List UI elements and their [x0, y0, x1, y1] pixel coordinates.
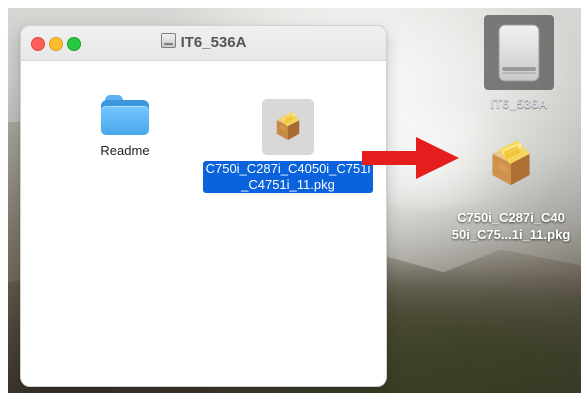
- window-title: IT6_536A: [21, 33, 386, 51]
- finder-window[interactable]: IT6_536A Readme C750i_C287i_C4050i_C751i…: [20, 25, 387, 387]
- package-icon: [492, 140, 530, 186]
- window-title-text: IT6_536A: [180, 34, 247, 51]
- folder-front: [101, 106, 149, 135]
- desktop-package-label: C750i_C287i_C40 50i_C75...1i_11.pkg: [444, 209, 578, 243]
- drive-icon: [160, 33, 176, 48]
- package-label-line-2: _C4751i_11.pkg: [241, 177, 335, 192]
- window-titlebar[interactable]: IT6_536A: [21, 26, 386, 61]
- drive-label: IT6_536A: [490, 96, 548, 111]
- package-label-line-1: C750i_C287i_C4050i_C751i: [205, 161, 371, 176]
- readme-folder-item[interactable]: Readme: [85, 95, 165, 159]
- package-selection: [262, 99, 314, 155]
- readme-label: Readme: [100, 143, 150, 158]
- external-drive-icon: [498, 24, 540, 81]
- package-label-wrap: C750i_C287i_C4050i_C751i _C4751i_11.pkg: [197, 161, 379, 194]
- package-icon: [276, 111, 300, 140]
- desktop-package-item[interactable]: C750i_C287i_C40 50i_C75...1i_11.pkg: [444, 136, 578, 243]
- window-content[interactable]: Readme C750i_C287i_C4050i_C751i _C4751i_…: [21, 61, 386, 386]
- desktop-drive-item[interactable]: IT6_536A: [477, 15, 561, 112]
- desktop-screen: IT6_536A Readme C750i_C287i_C4050i_C751i…: [0, 0, 581, 393]
- desktop-package-label-line-2: 50i_C75...1i_11.pkg: [451, 227, 571, 242]
- drive-selection: [484, 15, 554, 90]
- package-item[interactable]: C750i_C287i_C4050i_C751i _C4751i_11.pkg: [197, 99, 379, 194]
- package-label: C750i_C287i_C4050i_C751i _C4751i_11.pkg: [202, 161, 374, 193]
- folder-icon: [101, 95, 149, 135]
- desktop-package-label-line-1: C750i_C287i_C40: [457, 210, 565, 225]
